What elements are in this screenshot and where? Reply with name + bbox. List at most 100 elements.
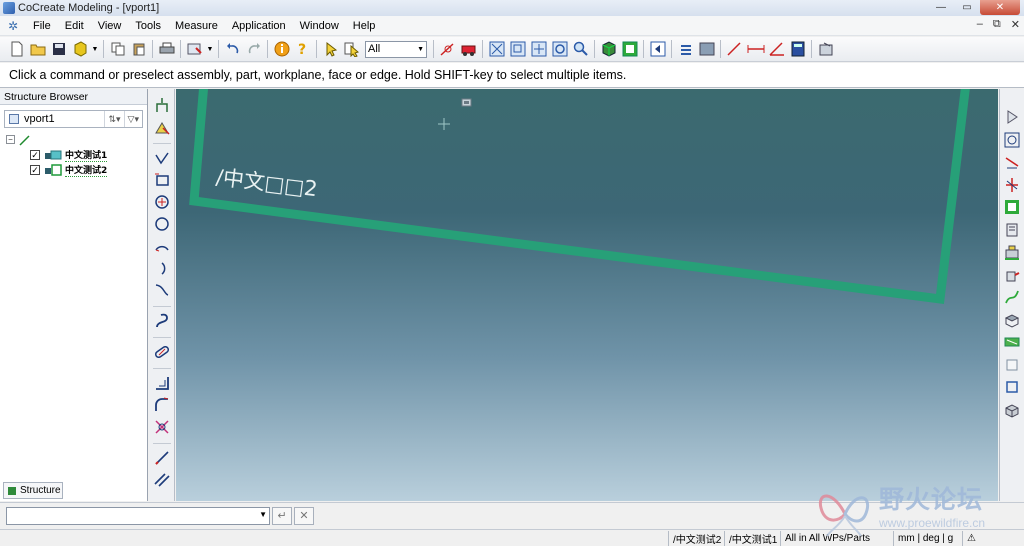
viewport-selector[interactable]: vport1 ⇅▾ ▽▾ xyxy=(4,110,143,128)
sweep-tool-icon[interactable] xyxy=(1002,287,1022,307)
face-select-icon[interactable] xyxy=(1002,197,1022,217)
gear-icon[interactable]: ✲ xyxy=(6,19,20,33)
paste-icon[interactable] xyxy=(129,40,148,59)
block-tool-icon[interactable] xyxy=(1002,400,1022,420)
command-input[interactable]: ▼ xyxy=(6,506,270,525)
menu-edit[interactable]: Edit xyxy=(58,20,91,32)
mdi-close-button[interactable]: ✕ xyxy=(1011,18,1020,31)
sheet-tool-icon[interactable] xyxy=(1002,355,1022,375)
properties-icon[interactable] xyxy=(816,40,835,59)
menu-application[interactable]: Application xyxy=(225,20,293,32)
loft-tool-icon[interactable] xyxy=(1002,310,1022,330)
customize-icon[interactable] xyxy=(185,40,204,59)
tree-item[interactable]: ✓ 中文测试2 xyxy=(6,162,147,177)
menu-view[interactable]: View xyxy=(91,20,129,32)
help-icon[interactable]: ? xyxy=(293,40,312,59)
menu-measure[interactable]: Measure xyxy=(168,20,225,32)
select-arrow-icon[interactable] xyxy=(321,40,340,59)
line-tool-icon[interactable] xyxy=(152,448,172,468)
polyline-tool-icon[interactable] xyxy=(152,148,172,168)
spline-tool-icon[interactable] xyxy=(152,311,172,331)
arc-tool-icon[interactable] xyxy=(152,236,172,256)
calculator-icon[interactable] xyxy=(788,40,807,59)
copy-icon[interactable] xyxy=(108,40,127,59)
rotate-view-icon[interactable] xyxy=(550,40,569,59)
close-button[interactable]: ✕ xyxy=(980,0,1020,15)
save-icon[interactable] xyxy=(49,40,68,59)
cylinder-tool-icon[interactable] xyxy=(1002,130,1022,150)
structure-browser: Structure Browser vport1 ⇅▾ ▽▾ − ✓ 中文测试1… xyxy=(0,89,148,501)
zoom-box-icon[interactable] xyxy=(508,40,527,59)
selection-filter-select[interactable]: All ▼ xyxy=(365,40,427,58)
fit-window-icon[interactable] xyxy=(487,40,506,59)
open-folder-icon[interactable] xyxy=(28,40,47,59)
document-icon[interactable] xyxy=(1002,220,1022,240)
maximize-button[interactable]: ▭ xyxy=(954,0,980,15)
trim-tool-icon[interactable] xyxy=(152,417,172,437)
filter-icon[interactable]: ▽▾ xyxy=(123,111,142,127)
cut-tool-icon[interactable] xyxy=(1002,152,1022,172)
status-selection-filter: All in All WPs/Parts xyxy=(780,531,870,546)
structure-tab-icon xyxy=(8,486,16,495)
slot-tool-icon[interactable] xyxy=(152,342,172,362)
new-file-icon[interactable] xyxy=(7,40,26,59)
arc-tangent-icon[interactable] xyxy=(152,280,172,300)
print-icon[interactable] xyxy=(157,40,176,59)
undo-icon[interactable] xyxy=(223,40,242,59)
offset-tool-icon[interactable] xyxy=(152,373,172,393)
play-icon[interactable] xyxy=(1002,107,1022,127)
warning-icon[interactable]: ⚠ xyxy=(962,531,982,546)
clear-command-button[interactable]: ✕ xyxy=(294,506,314,525)
structure-tool-icon[interactable] xyxy=(152,95,172,115)
menu-help[interactable]: Help xyxy=(346,20,383,32)
assembly-tool-icon[interactable] xyxy=(152,117,172,137)
vehicle-icon[interactable] xyxy=(459,40,478,59)
chevron-down-icon[interactable]: ▼ xyxy=(259,510,267,519)
machine-icon[interactable] xyxy=(1002,242,1022,262)
pan-icon[interactable] xyxy=(529,40,548,59)
extrude-tool-icon[interactable] xyxy=(1002,265,1022,285)
wireframe-view-icon[interactable] xyxy=(620,40,639,59)
shaded-view-icon[interactable] xyxy=(599,40,618,59)
measure-length-icon[interactable] xyxy=(746,40,765,59)
circle-tool-icon[interactable] xyxy=(152,214,172,234)
measure-distance-icon[interactable] xyxy=(725,40,744,59)
crosshair-icon xyxy=(438,118,450,130)
3d-viewport[interactable]: /中文□□2 xyxy=(176,89,998,501)
zoom-icon[interactable] xyxy=(571,40,590,59)
split-tool-icon[interactable] xyxy=(1002,175,1022,195)
menu-tools[interactable]: Tools xyxy=(128,20,168,32)
menu-file[interactable]: File xyxy=(26,20,58,32)
mdi-minimize-button[interactable]: – xyxy=(977,18,983,31)
clipping-icon[interactable] xyxy=(697,40,716,59)
catch-icon[interactable] xyxy=(438,40,457,59)
tree-item[interactable]: ✓ 中文测试1 xyxy=(6,147,147,162)
chevron-down-icon[interactable]: ▼ xyxy=(91,40,99,59)
workplane-icon[interactable] xyxy=(676,40,695,59)
enter-command-button[interactable]: ↵ xyxy=(272,506,292,525)
visibility-checkbox[interactable]: ✓ xyxy=(30,164,40,175)
previous-view-icon[interactable] xyxy=(648,40,667,59)
frame-tool-icon[interactable] xyxy=(1002,377,1022,397)
select-list-icon[interactable] xyxy=(342,40,361,59)
info-icon[interactable] xyxy=(272,40,291,59)
tree-root[interactable]: − xyxy=(6,132,147,147)
pattern-tool-icon[interactable] xyxy=(1002,332,1022,352)
load-model-icon[interactable] xyxy=(70,40,89,59)
tab-structure[interactable]: Structure xyxy=(3,482,63,499)
menu-window[interactable]: Window xyxy=(293,20,346,32)
circle-center-icon[interactable] xyxy=(152,192,172,212)
mdi-restore-button[interactable]: ⧉ xyxy=(993,18,1001,31)
fillet-tool-icon[interactable] xyxy=(152,395,172,415)
chevron-down-icon[interactable]: ▼ xyxy=(206,40,214,59)
redo-icon[interactable] xyxy=(244,40,263,59)
arc-3pt-icon[interactable] xyxy=(152,258,172,278)
measure-angle-icon[interactable] xyxy=(767,40,786,59)
collapse-icon[interactable]: − xyxy=(6,135,15,144)
workplane-origin-icon xyxy=(461,98,472,107)
minimize-button[interactable]: — xyxy=(928,0,954,15)
browser-options-icon[interactable]: ⇅▾ xyxy=(104,111,123,127)
parallel-line-icon[interactable] xyxy=(152,470,172,490)
visibility-checkbox[interactable]: ✓ xyxy=(30,149,40,160)
rectangle-tool-icon[interactable] xyxy=(152,170,172,190)
